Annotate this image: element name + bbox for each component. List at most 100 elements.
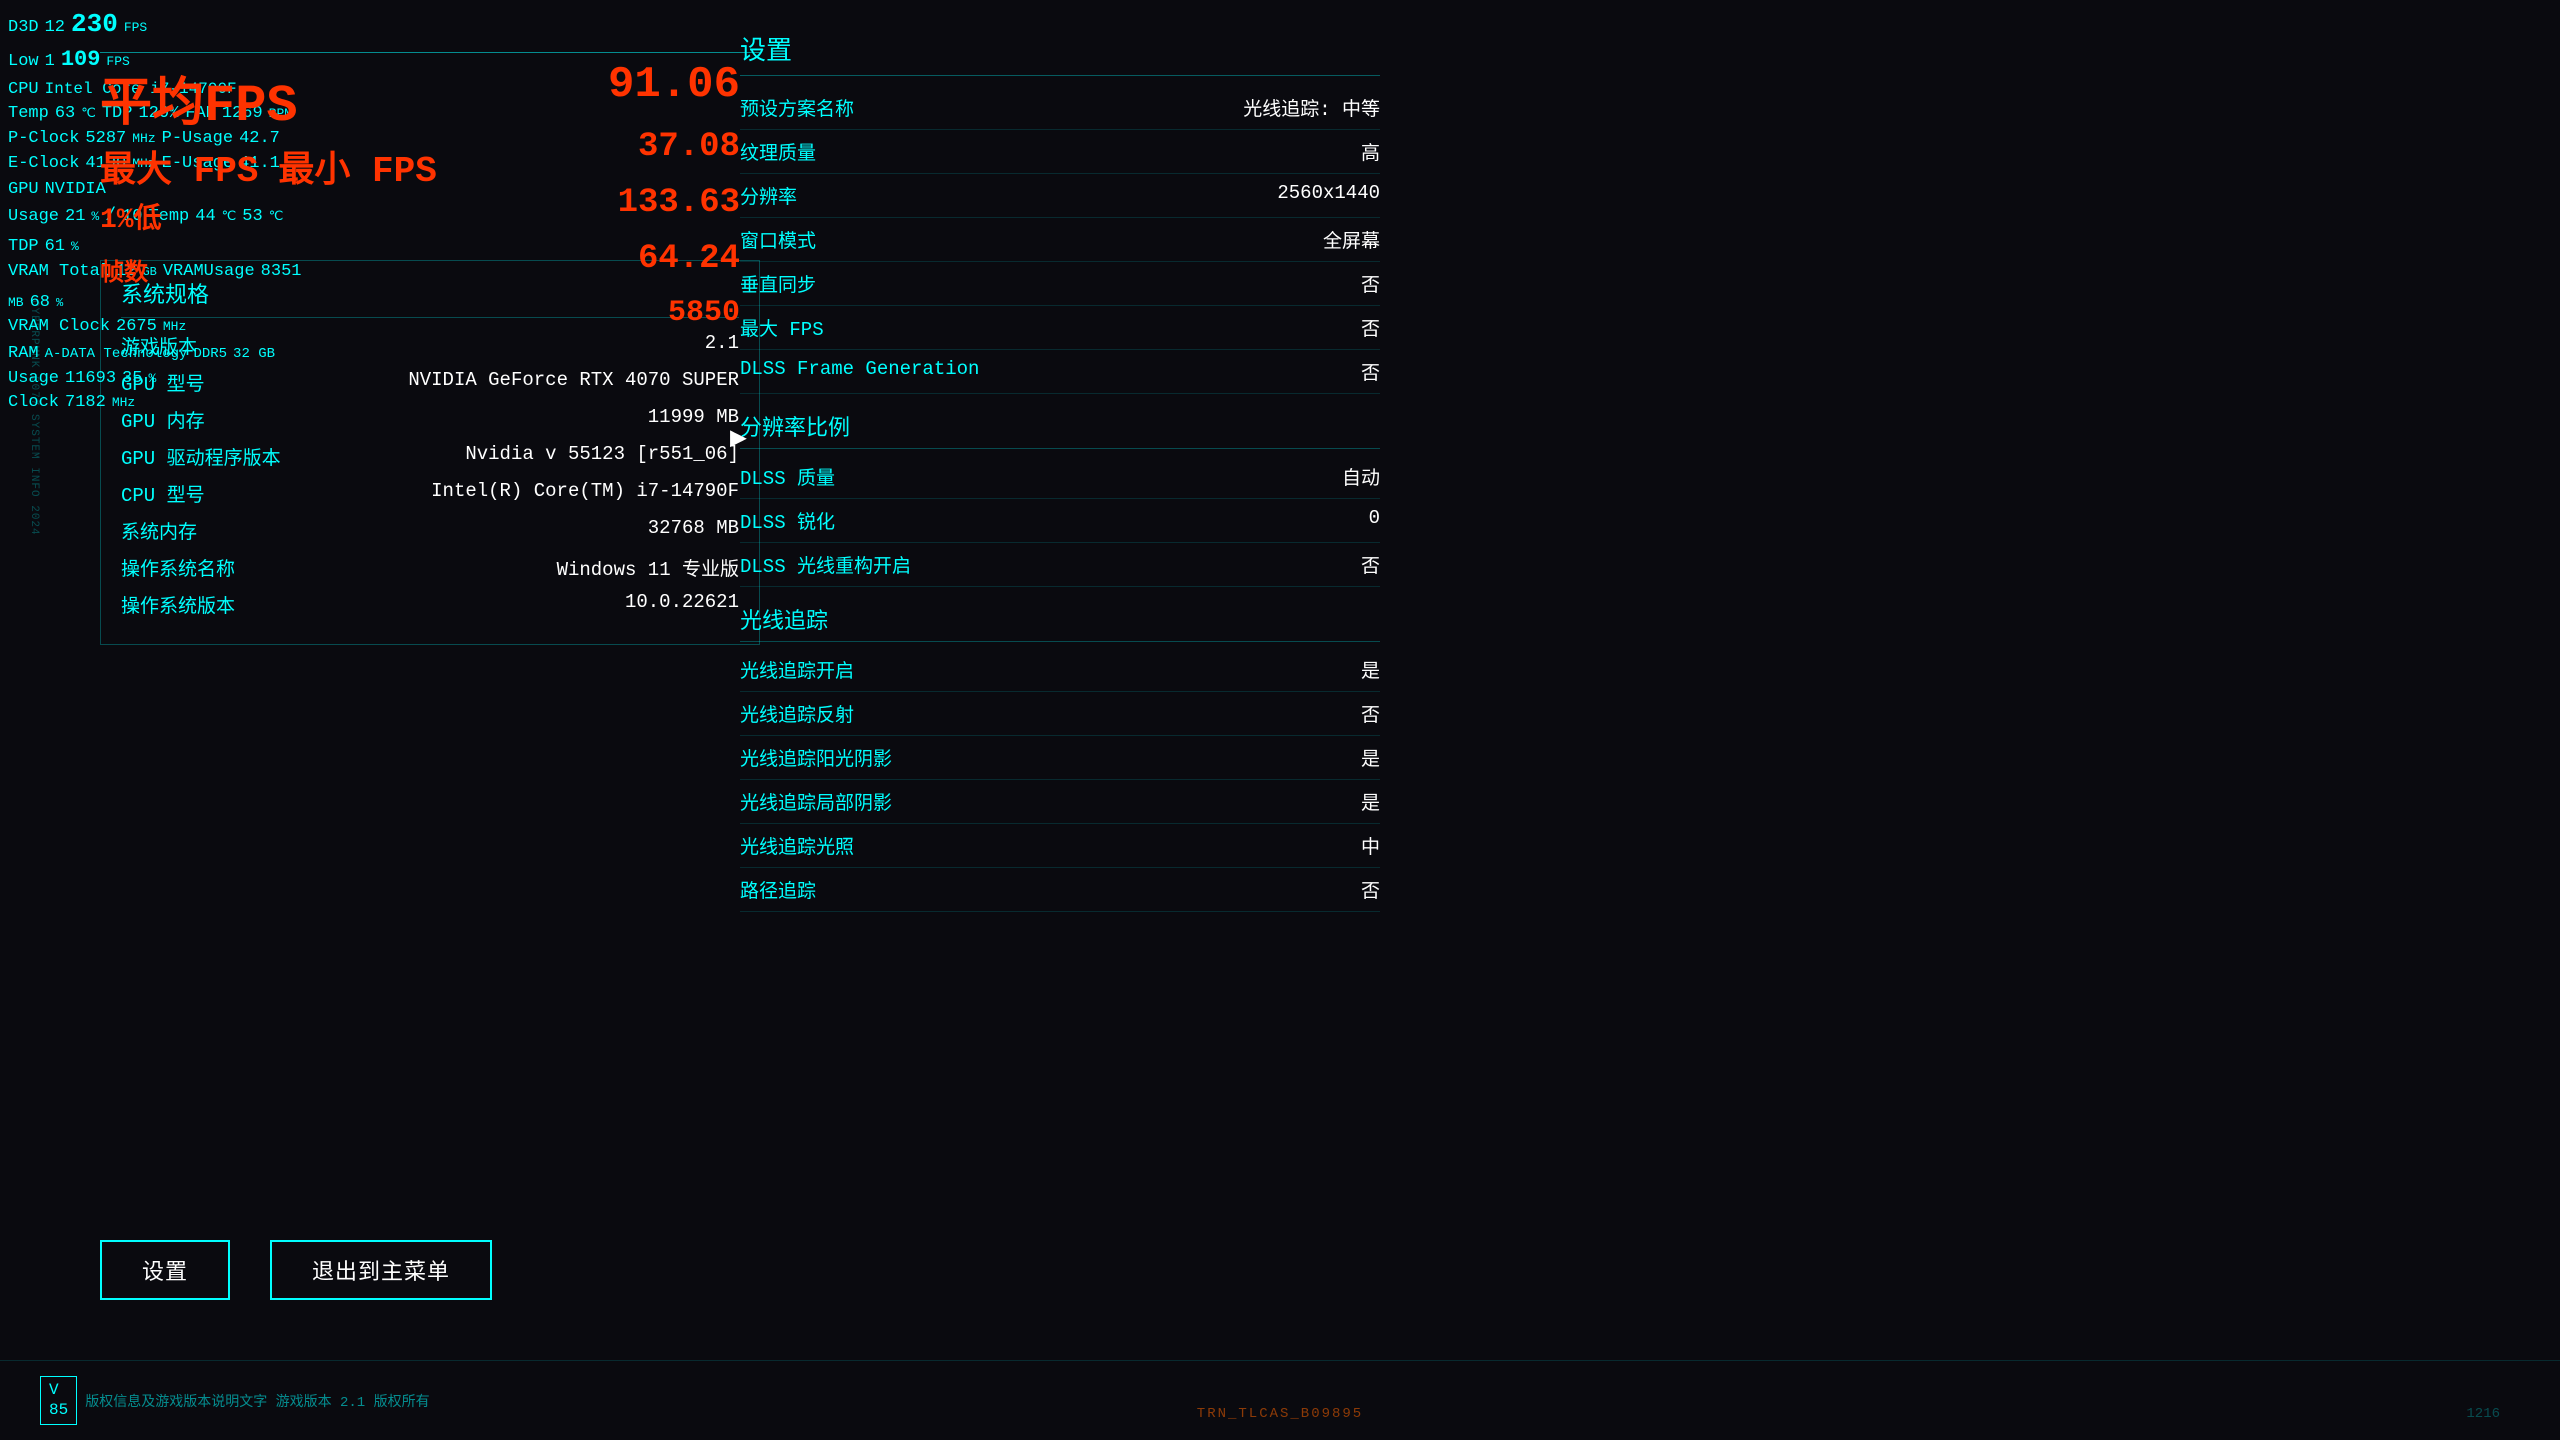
spec-row-7: 操作系统版本 10.0.22621	[121, 591, 739, 618]
settings-resolution-row-0: DLSS 质量 自动	[740, 455, 1380, 499]
settings-button[interactable]: 设置	[100, 1240, 230, 1300]
settings-resolution-container: DLSS 质量 自动 DLSS 锐化0DLSS 光线重构开启否	[740, 455, 1380, 587]
exit-button[interactable]: 退出到主菜单	[270, 1240, 492, 1300]
settings-general-row-5: 最大 FPS否	[740, 306, 1380, 350]
settings-general-key-5: 最大 FPS	[740, 314, 824, 341]
spec-val-7: 10.0.22621	[625, 591, 739, 618]
spec-val-1: NVIDIA GeForce RTX 4070 SUPER	[408, 369, 739, 396]
bottom-buttons: 设置 退出到主菜单	[100, 1240, 492, 1300]
spec-val-4: Intel(R) Core(TM) i7-14790F	[431, 480, 739, 507]
hud-low-label: Low	[8, 50, 39, 75]
hud-fps-unit: FPS	[124, 19, 147, 38]
settings-res-key-0: DLSS 质量	[740, 463, 835, 490]
settings-general-row-6: DLSS Frame Generation 否	[740, 350, 1380, 394]
hud-gpu-label: GPU	[8, 178, 39, 203]
fps-stats: 91.06 37.08 133.63 64.24 5850	[400, 60, 740, 348]
settings-rt-key-3: 光线追踪局部阴影	[740, 788, 892, 815]
settings-raytracing-row-4: 光线追踪光照中	[740, 824, 1380, 868]
settings-general-val-0: 光线追踪: 中等	[1243, 94, 1380, 121]
settings-general-key-1: 纹理质量	[740, 138, 816, 165]
hud-ram-clock-label: Clock	[8, 391, 59, 416]
fps-min-value: 37.08	[638, 128, 740, 166]
hud-gpu-tdp-unit: %	[71, 238, 79, 257]
hud-temp-val: 63	[55, 102, 75, 127]
settings-general-container: 预设方案名称光线追踪: 中等纹理质量高分辨率2560x1440窗口模式全屏幕垂直…	[740, 86, 1380, 394]
settings-resolution-section: 分辨率比例	[740, 410, 1380, 449]
hud-temp-unit: ℃	[81, 105, 96, 124]
hud-cpu-label: CPU	[8, 78, 39, 103]
hud-fps-current: 230	[71, 6, 118, 44]
spec-val-3: Nvidia v 55123 [r551_06]	[465, 443, 739, 470]
settings-general-val-2: 2560x1440	[1277, 182, 1380, 209]
settings-general-key-2: 分辨率	[740, 182, 797, 209]
fps-perc-label: 1%低	[100, 196, 162, 236]
settings-res-val-1: 0	[1369, 507, 1380, 534]
spec-key-3: GPU 驱动程序版本	[121, 443, 281, 470]
hud-vram-total-label: VRAM Total	[8, 260, 110, 285]
settings-resolution-row-2: DLSS 光线重构开启否	[740, 543, 1380, 587]
hud-ram-clock-unit: MHz	[112, 394, 135, 413]
fps-avg-value: 91.06	[608, 60, 740, 110]
hud-vram-clock-unit: MHz	[163, 318, 186, 337]
spec-key-7: 操作系统版本	[121, 591, 235, 618]
settings-rt-val-4: 中	[1361, 832, 1380, 859]
bottom-bar: V 85 版权信息及游戏版本说明文字 游戏版本 2.1 版权所有	[0, 1360, 2560, 1440]
hud-low-num: 1	[45, 50, 55, 75]
hud-vram-pct: 68	[30, 291, 50, 316]
settings-rt-key-2: 光线追踪阳光阴影	[740, 744, 892, 771]
settings-title: 设置	[740, 30, 1380, 76]
settings-general-row-3: 窗口模式全屏幕	[740, 218, 1380, 262]
hud-ram-type: DDR5	[193, 344, 227, 364]
hud-low-fps: 109	[61, 44, 101, 76]
settings-rt-key-0: 光线追踪开启	[740, 656, 854, 683]
hud-ram-usage-val: 11693	[65, 367, 116, 392]
settings-rt-val-0: 是	[1361, 656, 1380, 683]
settings-raytracing-container: 光线追踪开启是光线追踪反射否光线追踪阳光阴影是光线追踪局部阴影是光线追踪光照中路…	[740, 648, 1380, 912]
settings-res-val-2: 否	[1361, 551, 1380, 578]
fps-avg-label: 平均FPS	[100, 60, 437, 136]
hud-ram-usage-unit: %	[148, 370, 156, 389]
spec-val-2: 11999 MB	[648, 406, 739, 433]
version-box: V 85	[40, 1376, 77, 1424]
hud-gpu-usage-label: Usage	[8, 205, 59, 230]
settings-rt-val-3: 是	[1361, 788, 1380, 815]
hud-ram-label: RAM	[8, 342, 39, 367]
hud-gpu-tdp-val: 61	[45, 235, 65, 260]
settings-res-val-0: 自动	[1342, 463, 1380, 490]
settings-raytracing-row-2: 光线追踪阳光阴影是	[740, 736, 1380, 780]
hud-vram-clock-val: 2675	[116, 315, 157, 340]
spec-key-6: 操作系统名称	[121, 554, 235, 581]
spec-row-5: 系统内存32768 MB	[121, 517, 739, 544]
hud-ram-clock-val: 7182	[65, 391, 106, 416]
settings-general-key-6: DLSS Frame Generation	[740, 358, 979, 385]
settings-panel: 设置 预设方案名称光线追踪: 中等纹理质量高分辨率2560x1440窗口模式全屏…	[740, 30, 1380, 912]
settings-rt-val-5: 否	[1361, 876, 1380, 903]
settings-general-val-3: 全屏幕	[1323, 226, 1380, 253]
spec-row-4: CPU 型号Intel(R) Core(TM) i7-14790F	[121, 480, 739, 507]
settings-raytracing-row-0: 光线追踪开启 是	[740, 648, 1380, 692]
spec-row-6: 操作系统名称Windows 11 专业版	[121, 554, 739, 581]
hud-temp-label: Temp	[8, 102, 49, 127]
settings-rt-key-1: 光线追踪反射	[740, 700, 854, 727]
settings-general-row-2: 分辨率 2560x1440	[740, 174, 1380, 218]
settings-raytracing-row-3: 光线追踪局部阴影 是	[740, 780, 1380, 824]
settings-resolution-row-1: DLSS 锐化0	[740, 499, 1380, 543]
spec-key-5: 系统内存	[121, 517, 197, 544]
fps-perc-value: 64.24	[638, 240, 740, 278]
hud-eclock-label: E-Clock	[8, 152, 79, 177]
fps-large-block: 平均FPS 最大 FPS 最小 FPS 1%低 帧数	[100, 60, 437, 288]
hud-ram-size: 32 GB	[233, 344, 275, 364]
fps-frames-label: 帧数	[100, 252, 437, 288]
settings-general-row-4: 垂直同步否	[740, 262, 1380, 306]
settings-rt-key-5: 路径追踪	[740, 876, 816, 903]
settings-general-val-6: 否	[1361, 358, 1380, 385]
fps-min-label: 最小 FPS	[278, 140, 436, 192]
settings-raytracing-row-1: 光线追踪反射否	[740, 692, 1380, 736]
spec-row-3: GPU 驱动程序版本 Nvidia v 55123 [r551_06]	[121, 443, 739, 470]
hud-ram-brand: A-DATA Technology	[45, 344, 188, 364]
settings-general-row-1: 纹理质量高	[740, 130, 1380, 174]
settings-raytracing-section: 光线追踪	[740, 603, 1380, 642]
fps-max-label: 最大 FPS	[100, 140, 258, 192]
version-block: V 85 版权信息及游戏版本说明文字 游戏版本 2.1 版权所有	[40, 1376, 430, 1424]
hud-pclock-label: P-Clock	[8, 127, 79, 152]
